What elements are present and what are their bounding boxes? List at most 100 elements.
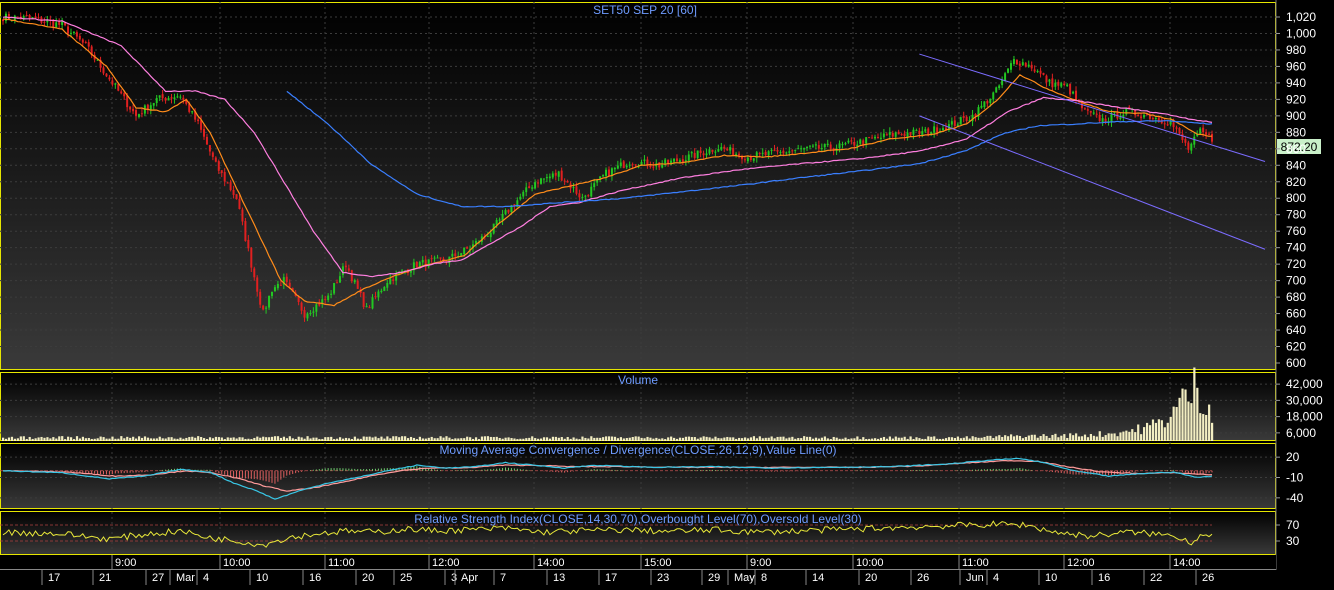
date-label: 7 bbox=[500, 572, 506, 584]
candle-body bbox=[1181, 133, 1184, 140]
volume-bar bbox=[167, 437, 170, 441]
volume-bar bbox=[1077, 436, 1081, 441]
candle-body bbox=[1063, 83, 1066, 86]
candle-body bbox=[87, 42, 90, 47]
volume-bar bbox=[619, 437, 623, 441]
volume-bar bbox=[22, 436, 25, 441]
volume-bar bbox=[483, 436, 487, 441]
volume-bar bbox=[678, 437, 682, 441]
volume-bar bbox=[930, 436, 933, 441]
candle-body bbox=[273, 287, 276, 291]
volume-tick-label: 42,000 bbox=[1286, 377, 1323, 391]
price-tick-label: 940 bbox=[1286, 76, 1306, 90]
date-label: 26 bbox=[917, 572, 929, 584]
candle-body bbox=[102, 67, 105, 74]
volume-bar bbox=[1211, 422, 1214, 441]
candle-body bbox=[129, 106, 132, 110]
candle-body bbox=[998, 85, 1001, 89]
volume-bar bbox=[460, 438, 463, 441]
candle-body bbox=[108, 77, 111, 80]
volume-bar bbox=[738, 437, 741, 441]
candle-body bbox=[1148, 115, 1151, 119]
volume-bar bbox=[696, 438, 699, 441]
candle-body bbox=[853, 142, 856, 146]
price-tick-label: 620 bbox=[1286, 340, 1306, 354]
candle-body bbox=[152, 103, 155, 106]
volume-bar bbox=[182, 438, 185, 441]
volume-bar bbox=[114, 438, 117, 441]
volume-bar bbox=[850, 438, 853, 441]
candle-body bbox=[675, 158, 678, 162]
volume-bar bbox=[498, 437, 501, 441]
candle-body bbox=[738, 153, 741, 156]
volume-bar bbox=[1054, 433, 1057, 441]
volume-bar bbox=[933, 436, 936, 441]
volume-bar bbox=[132, 436, 135, 441]
candle-body bbox=[708, 149, 711, 154]
volume-bar bbox=[1030, 434, 1033, 441]
volume-bar bbox=[587, 438, 590, 441]
session-label: 10:00 bbox=[223, 557, 251, 569]
volume-bar bbox=[1157, 419, 1160, 441]
volume-bar bbox=[1113, 433, 1116, 441]
candle-body bbox=[607, 169, 610, 176]
candle-body bbox=[1143, 115, 1146, 118]
candle-body bbox=[800, 148, 803, 150]
volume-bar bbox=[675, 438, 679, 441]
candle-body bbox=[539, 178, 542, 184]
volume-bar bbox=[643, 438, 646, 441]
volume-bar bbox=[170, 437, 173, 441]
volume-bar bbox=[510, 438, 513, 441]
candle-body bbox=[921, 130, 924, 135]
date-label: 23 bbox=[657, 572, 669, 584]
volume-bar bbox=[501, 438, 504, 441]
candle-body bbox=[767, 151, 770, 156]
volume-bar bbox=[888, 436, 891, 441]
volume-bar bbox=[971, 436, 974, 441]
date-label: Apr bbox=[461, 572, 478, 584]
volume-bar bbox=[241, 437, 244, 441]
candle-body bbox=[327, 295, 330, 301]
candle-body bbox=[338, 276, 341, 283]
date-label: Jun bbox=[966, 572, 984, 584]
candle-body bbox=[217, 161, 220, 171]
volume-bar bbox=[1104, 435, 1107, 441]
date-label: 16 bbox=[309, 572, 321, 584]
candle-body bbox=[876, 136, 879, 138]
candle-body bbox=[324, 299, 327, 301]
volume-bar bbox=[1063, 434, 1066, 441]
candle-body bbox=[1092, 112, 1095, 114]
session-label: 12:00 bbox=[1067, 557, 1095, 569]
volume-bar bbox=[353, 436, 356, 441]
volume-bar bbox=[670, 436, 673, 441]
date-label: Mar bbox=[176, 572, 195, 584]
candle-body bbox=[888, 132, 891, 135]
candle-body bbox=[170, 97, 173, 99]
candle-body bbox=[950, 121, 953, 125]
volume-bar bbox=[968, 438, 971, 441]
candle-body bbox=[936, 127, 939, 134]
volume-tick-label: 30,000 bbox=[1286, 393, 1323, 407]
volume-bar bbox=[832, 436, 835, 441]
candle-body bbox=[912, 129, 915, 135]
volume-bar bbox=[607, 436, 611, 441]
candle-body bbox=[1098, 114, 1101, 122]
volume-bar bbox=[389, 438, 392, 441]
candle-body bbox=[436, 257, 439, 259]
chart-canvas[interactable]: SET50 SEP 20 [60] Volume Moving Average … bbox=[0, 0, 1334, 585]
candle-body bbox=[622, 161, 625, 169]
candle-body bbox=[439, 257, 442, 259]
volume-bar bbox=[989, 435, 992, 441]
volume-bar bbox=[909, 436, 912, 441]
volume-bar bbox=[176, 438, 179, 441]
volume-bar bbox=[1196, 387, 1199, 441]
candle-body bbox=[105, 73, 108, 77]
volume-bar bbox=[953, 438, 957, 441]
date-label: 21 bbox=[99, 572, 111, 584]
volume-bar bbox=[794, 438, 797, 441]
volume-bar bbox=[826, 438, 829, 441]
price-tick-label: 680 bbox=[1286, 290, 1306, 304]
candle-body bbox=[1104, 118, 1107, 122]
date-label: 29 bbox=[708, 572, 720, 584]
volume-bar bbox=[276, 436, 280, 441]
